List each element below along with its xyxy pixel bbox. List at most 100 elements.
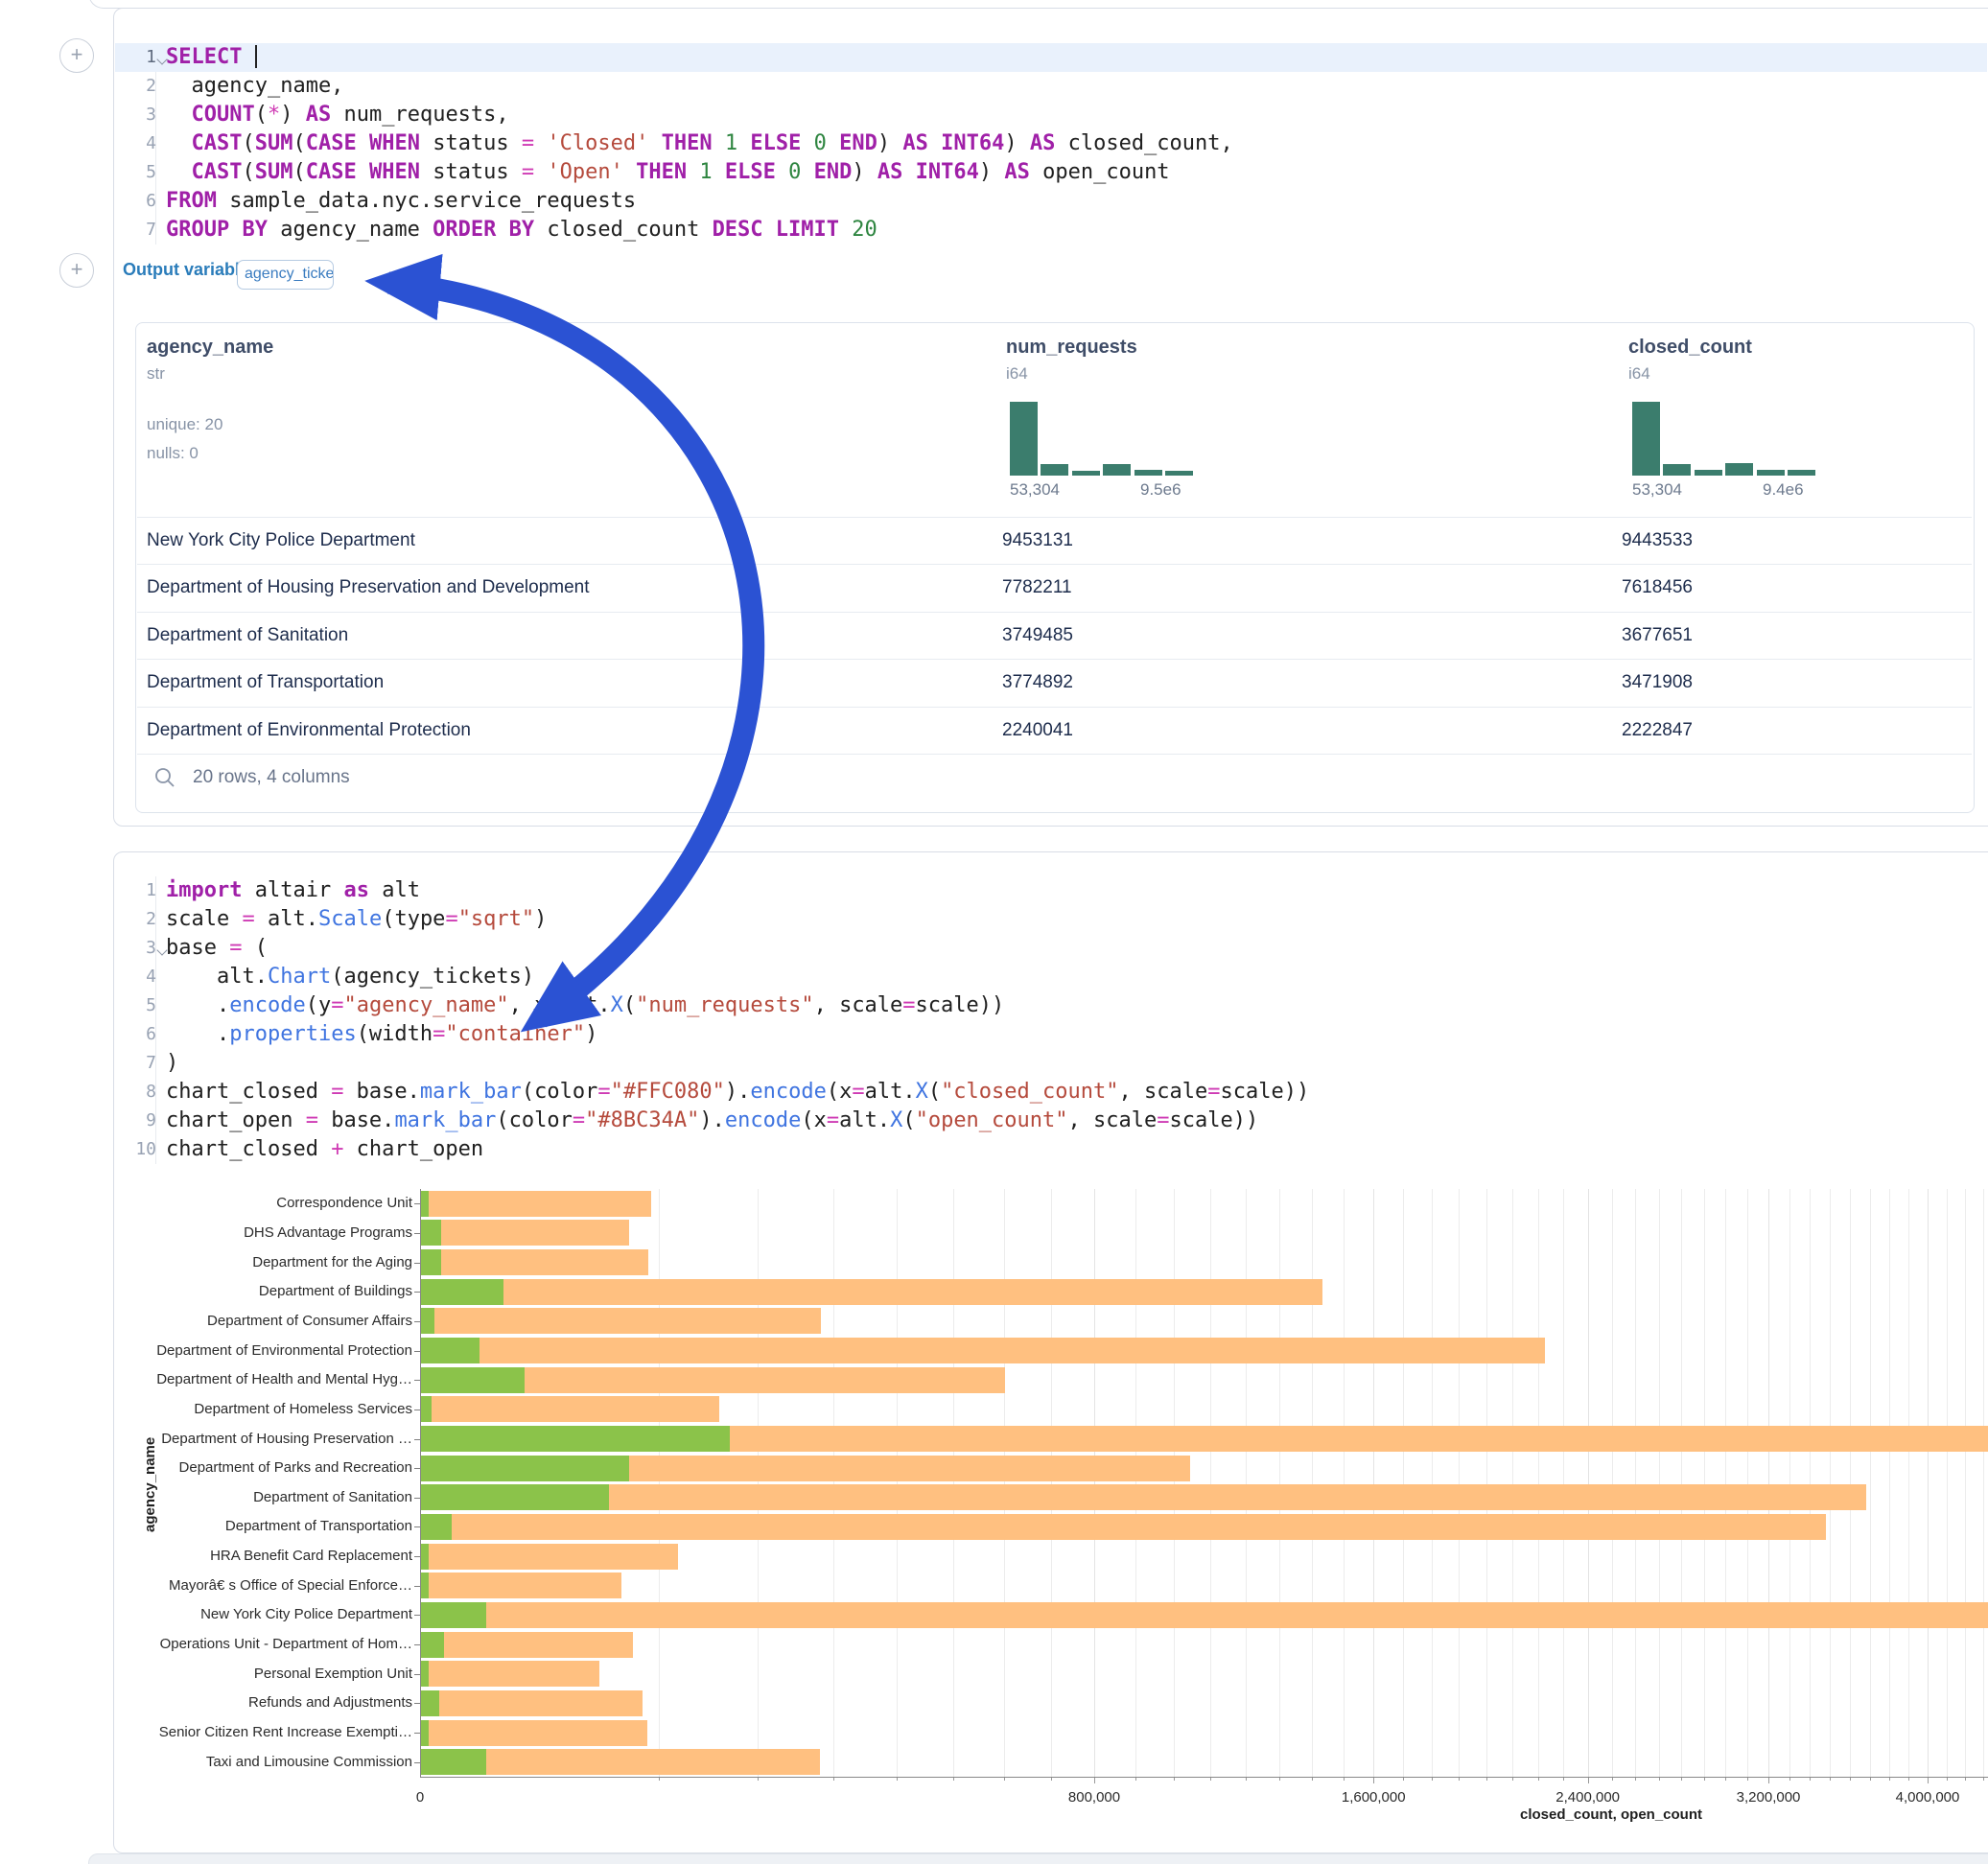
x-tick-label: 0 (416, 1789, 424, 1806)
notebook: + + 1SELECT 2 agency_name,3 COUNT(*) AS … (0, 0, 1988, 1864)
y-axis-label: Department of Housing Preservation … (105, 1431, 412, 1447)
y-tick (414, 1380, 420, 1381)
x-tick (1588, 1777, 1589, 1783)
gridline (1312, 1189, 1313, 1777)
gridline (1947, 1189, 1948, 1777)
bar-open (421, 1484, 609, 1510)
bar-open (421, 1308, 434, 1334)
gridline (897, 1189, 898, 1777)
x-tick-label: 3,200,000 (1737, 1789, 1801, 1806)
gridline (1135, 1189, 1136, 1777)
gridline (1174, 1189, 1175, 1777)
y-axis-label: Correspondence Unit (105, 1195, 412, 1211)
gridline (1563, 1189, 1564, 1777)
bar-closed (421, 1690, 643, 1716)
y-axis-label: Senior Citizen Rent Increase Exempti… (105, 1724, 412, 1740)
gridline (1908, 1189, 1909, 1777)
y-axis-label: Department of Health and Mental Hyg… (105, 1371, 412, 1387)
y-tick (414, 1586, 420, 1587)
bar-closed (421, 1191, 651, 1217)
y-axis-label: HRA Benefit Card Replacement (105, 1548, 412, 1564)
gridline (1538, 1189, 1539, 1777)
next-cell (88, 1853, 1988, 1864)
y-axis-label: Department of Homeless Services (105, 1401, 412, 1417)
y-axis-label: Department of Buildings (105, 1283, 412, 1299)
y-tick (414, 1203, 420, 1204)
x-tick (1373, 1777, 1374, 1783)
bar-closed (421, 1308, 821, 1334)
y-tick (414, 1526, 420, 1527)
y-axis-label: Taxi and Limousine Commission (105, 1754, 412, 1770)
bar-open (421, 1690, 439, 1716)
gridline (1850, 1189, 1851, 1777)
bar-open (421, 1279, 503, 1305)
bar-open (421, 1749, 486, 1775)
gridline (1094, 1189, 1095, 1777)
gridline (1768, 1189, 1769, 1777)
bar-open (421, 1632, 444, 1658)
bar-closed (421, 1573, 621, 1598)
gridline (1051, 1189, 1052, 1777)
y-tick (414, 1674, 420, 1675)
bar-open (421, 1456, 629, 1481)
bar-open (421, 1191, 429, 1217)
gridline (1635, 1189, 1636, 1777)
gridline (1588, 1189, 1589, 1777)
bar-open (421, 1249, 441, 1275)
y-tick (414, 1615, 420, 1616)
bar-closed (421, 1720, 647, 1746)
y-axis-label: Refunds and Adjustments (105, 1694, 412, 1711)
gridline (1344, 1189, 1345, 1777)
x-axis-title: closed_count, open_count (1520, 1806, 1702, 1823)
bar-open (421, 1544, 429, 1570)
y-tick (414, 1351, 420, 1352)
gridline (1747, 1189, 1748, 1777)
x-tick-label: 4,000,000 (1896, 1789, 1960, 1806)
bar-open (421, 1220, 441, 1246)
x-tick-label: 2,400,000 (1555, 1789, 1620, 1806)
gridline (833, 1189, 834, 1777)
gridline (1459, 1189, 1460, 1777)
y-axis-label: Department of Consumer Affairs (105, 1313, 412, 1329)
y-axis-label: Operations Unit - Department of Hom… (105, 1636, 412, 1652)
gridline (1983, 1189, 1984, 1777)
bar-open (421, 1367, 525, 1393)
gridline (1704, 1189, 1705, 1777)
y-tick (414, 1321, 420, 1322)
bar-closed (421, 1632, 633, 1658)
bar-open (421, 1720, 429, 1746)
gridline (1486, 1189, 1487, 1777)
bar-closed (421, 1544, 678, 1570)
y-tick (414, 1263, 420, 1264)
bar-closed (421, 1602, 1988, 1628)
gridline (1246, 1189, 1247, 1777)
y-tick (414, 1498, 420, 1499)
y-axis-label: New York City Police Department (105, 1606, 412, 1622)
bar-closed (421, 1484, 1866, 1510)
y-axis-label: Personal Exemption Unit (105, 1666, 412, 1682)
gridline (758, 1189, 759, 1777)
y-axis-label: Department of Parks and Recreation (105, 1459, 412, 1476)
bar-open (421, 1338, 479, 1363)
gridline (1004, 1189, 1005, 1777)
gridline (1659, 1189, 1660, 1777)
gridline (1612, 1189, 1613, 1777)
bar-chart: agency_name closed_count, open_count Cor… (0, 0, 1988, 1864)
y-tick (414, 1703, 420, 1704)
x-axis-line (420, 1777, 1988, 1778)
bar-closed (421, 1661, 599, 1687)
gridline (659, 1189, 660, 1777)
bar-closed (421, 1220, 629, 1246)
gridline (1870, 1189, 1871, 1777)
bar-open (421, 1573, 429, 1598)
y-axis-label: Mayorâ€ s Office of Special Enforce… (105, 1577, 412, 1594)
bar-closed (421, 1396, 719, 1422)
gridline (1830, 1189, 1831, 1777)
x-tick (1768, 1777, 1769, 1783)
x-tick (1928, 1777, 1929, 1783)
bar-open (421, 1396, 432, 1422)
bar-open (421, 1426, 730, 1452)
y-tick (414, 1644, 420, 1645)
y-tick (414, 1468, 420, 1469)
y-axis-label: Department of Sanitation (105, 1489, 412, 1505)
